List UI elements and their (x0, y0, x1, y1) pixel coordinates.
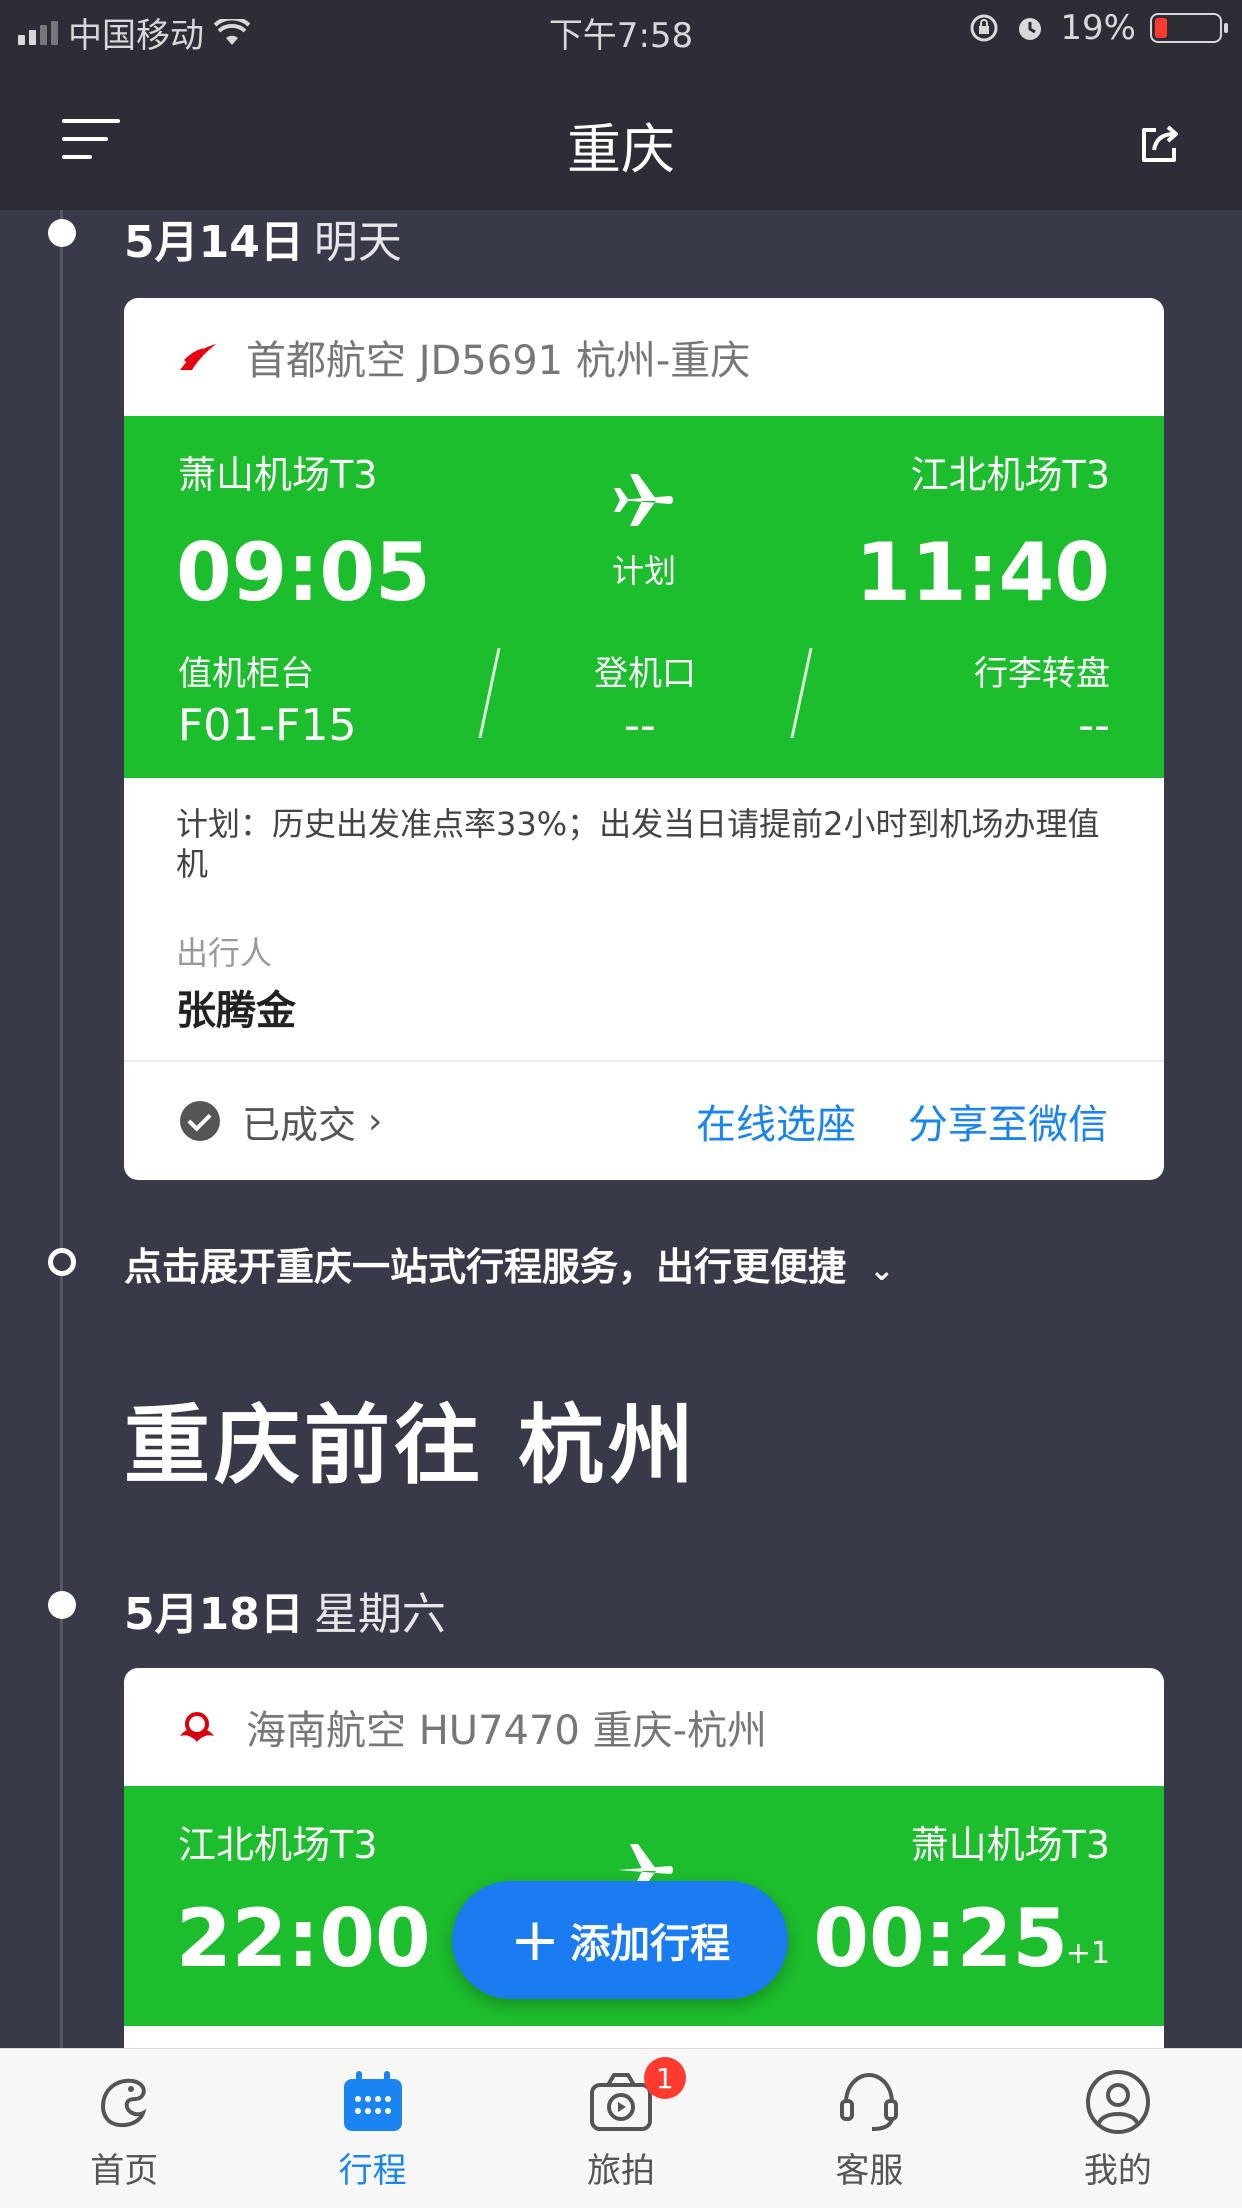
trip1-note: 计划：历史出发准点率33%；出发当日请提前2小时到机场办理值机 (176, 805, 1100, 883)
tab-customer-service[interactable]: 客服 (745, 2049, 993, 2208)
expand-services-row[interactable]: 点击展开重庆一站式行程服务，出行更便捷 ⌄ (124, 1236, 894, 1291)
trip1-arr-time: 11:40 (855, 526, 1110, 619)
gate-label: 登机口 (594, 654, 696, 694)
trip1-weekday: 明天 (313, 217, 402, 268)
divider (478, 648, 501, 738)
status-right: 19% (968, 8, 1228, 48)
timeline-dot-hollow (48, 1248, 76, 1276)
trip2-date-row: 5月18日 星期六 (124, 1578, 446, 1642)
trip2-dep-time: 22:00 (176, 1892, 431, 1985)
trip2-arr-time: 00:25 (813, 1892, 1068, 1985)
nav-header: 重庆 (0, 60, 1242, 210)
online-seat-link[interactable]: 在线选座 (696, 1092, 856, 1150)
tab-bar: 首页 行程 1 旅拍 客服 我的 (0, 2048, 1242, 2208)
footer-links: 在线选座 分享至微信 (696, 1092, 1108, 1150)
tab-label: 首页 (90, 2151, 159, 2191)
trip1-date-row: 5月14日 明天 (124, 206, 402, 270)
tab-label: 我的 (1083, 2151, 1152, 2191)
trip1-dep-airport: 萧山机场T3 (178, 453, 378, 497)
dolphin-icon (101, 2078, 147, 2128)
orientation-lock-icon (970, 14, 998, 42)
add-itinerary-label: 添加行程 (570, 1921, 731, 1967)
tab-mine[interactable]: 我的 (994, 2049, 1242, 2208)
add-itinerary-button[interactable]: + 添加行程 (452, 1881, 788, 1999)
trip1-footer: 已成交 › 在线选座 分享至微信 (124, 1060, 1164, 1180)
trip1-flight-panel: 萧山机场T3 江北机场T3 09:05 11:40 计划 值机柜台 F01-F1… (124, 416, 1164, 778)
trip-card-2[interactable]: 海南航空 HU7470 重庆-杭州 江北机场T3 萧山机场T3 22:00 00… (124, 1668, 1164, 2068)
battery-percent: 19% (1060, 8, 1136, 48)
share-icon[interactable] (1138, 122, 1182, 166)
baggage-value: -- (1078, 700, 1110, 751)
check-circle-icon (180, 1101, 220, 1141)
tab-label: 行程 (338, 2151, 407, 2191)
trip1-airline-row: 首都航空 JD5691 杭州-重庆 (124, 298, 1164, 416)
airplane-icon (614, 474, 673, 526)
expand-text: 点击展开重庆一站式行程服务，出行更便捷 (124, 1245, 847, 1289)
baggage-label: 行李转盘 (974, 654, 1110, 694)
tab-itinerary[interactable]: 行程 (248, 2049, 496, 2208)
tab-label: 客服 (835, 2151, 904, 2191)
trip1-airline: 首都航空 JD5691 杭州-重庆 (246, 338, 751, 384)
trip-card-1[interactable]: 首都航空 JD5691 杭州-重庆 萧山机场T3 江北机场T3 09:05 11… (124, 298, 1164, 1180)
timeline-line (60, 210, 63, 2050)
timeline-dot (48, 219, 76, 247)
headset-icon (840, 2072, 899, 2131)
chevron-right-icon: › (368, 1100, 383, 1142)
trip2-day-offset: +1 (1065, 1936, 1110, 1971)
notification-badge: 1 (643, 2057, 686, 2099)
share-wechat-link[interactable]: 分享至微信 (908, 1092, 1108, 1150)
trip1-date: 5月14日 (124, 217, 304, 268)
order-status[interactable]: 已成交 (242, 1094, 356, 1149)
battery-icon (1150, 13, 1228, 43)
passenger-label: 出行人 (176, 934, 273, 972)
tab-travel-photo[interactable]: 1 旅拍 (497, 2049, 745, 2208)
trip1-status: 计划 (612, 552, 677, 590)
divider (790, 648, 813, 738)
trip2-airline: 海南航空 HU7470 重庆-杭州 (246, 1708, 768, 1754)
chevron-right-icon: › (650, 1398, 671, 1458)
status-bar: 中国移动 下午7:58 19% (0, 0, 1242, 60)
checkin-value: F01-F15 (178, 700, 357, 751)
trip2-weekday: 星期六 (313, 1589, 446, 1640)
hainan-airlines-logo-icon (180, 1712, 214, 1742)
tab-home[interactable]: 首页 (0, 2049, 248, 2208)
checkin-label: 值机柜台 (178, 654, 314, 694)
alarm-icon (1019, 18, 1042, 40)
trip2-airline-row: 海南航空 HU7470 重庆-杭州 (124, 1668, 1164, 1786)
gate-value: -- (624, 700, 656, 751)
trip2-date: 5月18日 (124, 1589, 304, 1640)
chevron-down-icon: ⌄ (869, 1253, 895, 1288)
trip2-dep-airport: 江北机场T3 (178, 1823, 378, 1867)
plus-icon: + (509, 1905, 561, 1975)
user-icon (1085, 2070, 1150, 2134)
capital-airlines-logo-icon (180, 344, 216, 370)
trip1-dep-time: 09:05 (176, 526, 431, 619)
passenger-name: 张腾金 (176, 988, 296, 1034)
route-title[interactable]: 重庆前往 杭州 (124, 1375, 698, 1500)
page-title: 重庆 (567, 118, 675, 181)
calendar-icon (343, 2071, 402, 2131)
trip1-arr-airport: 江北机场T3 (910, 453, 1110, 497)
tab-label: 旅拍 (587, 2151, 656, 2191)
trip2-arr-airport: 萧山机场T3 (910, 1823, 1110, 1867)
timeline-dot (48, 1591, 76, 1619)
